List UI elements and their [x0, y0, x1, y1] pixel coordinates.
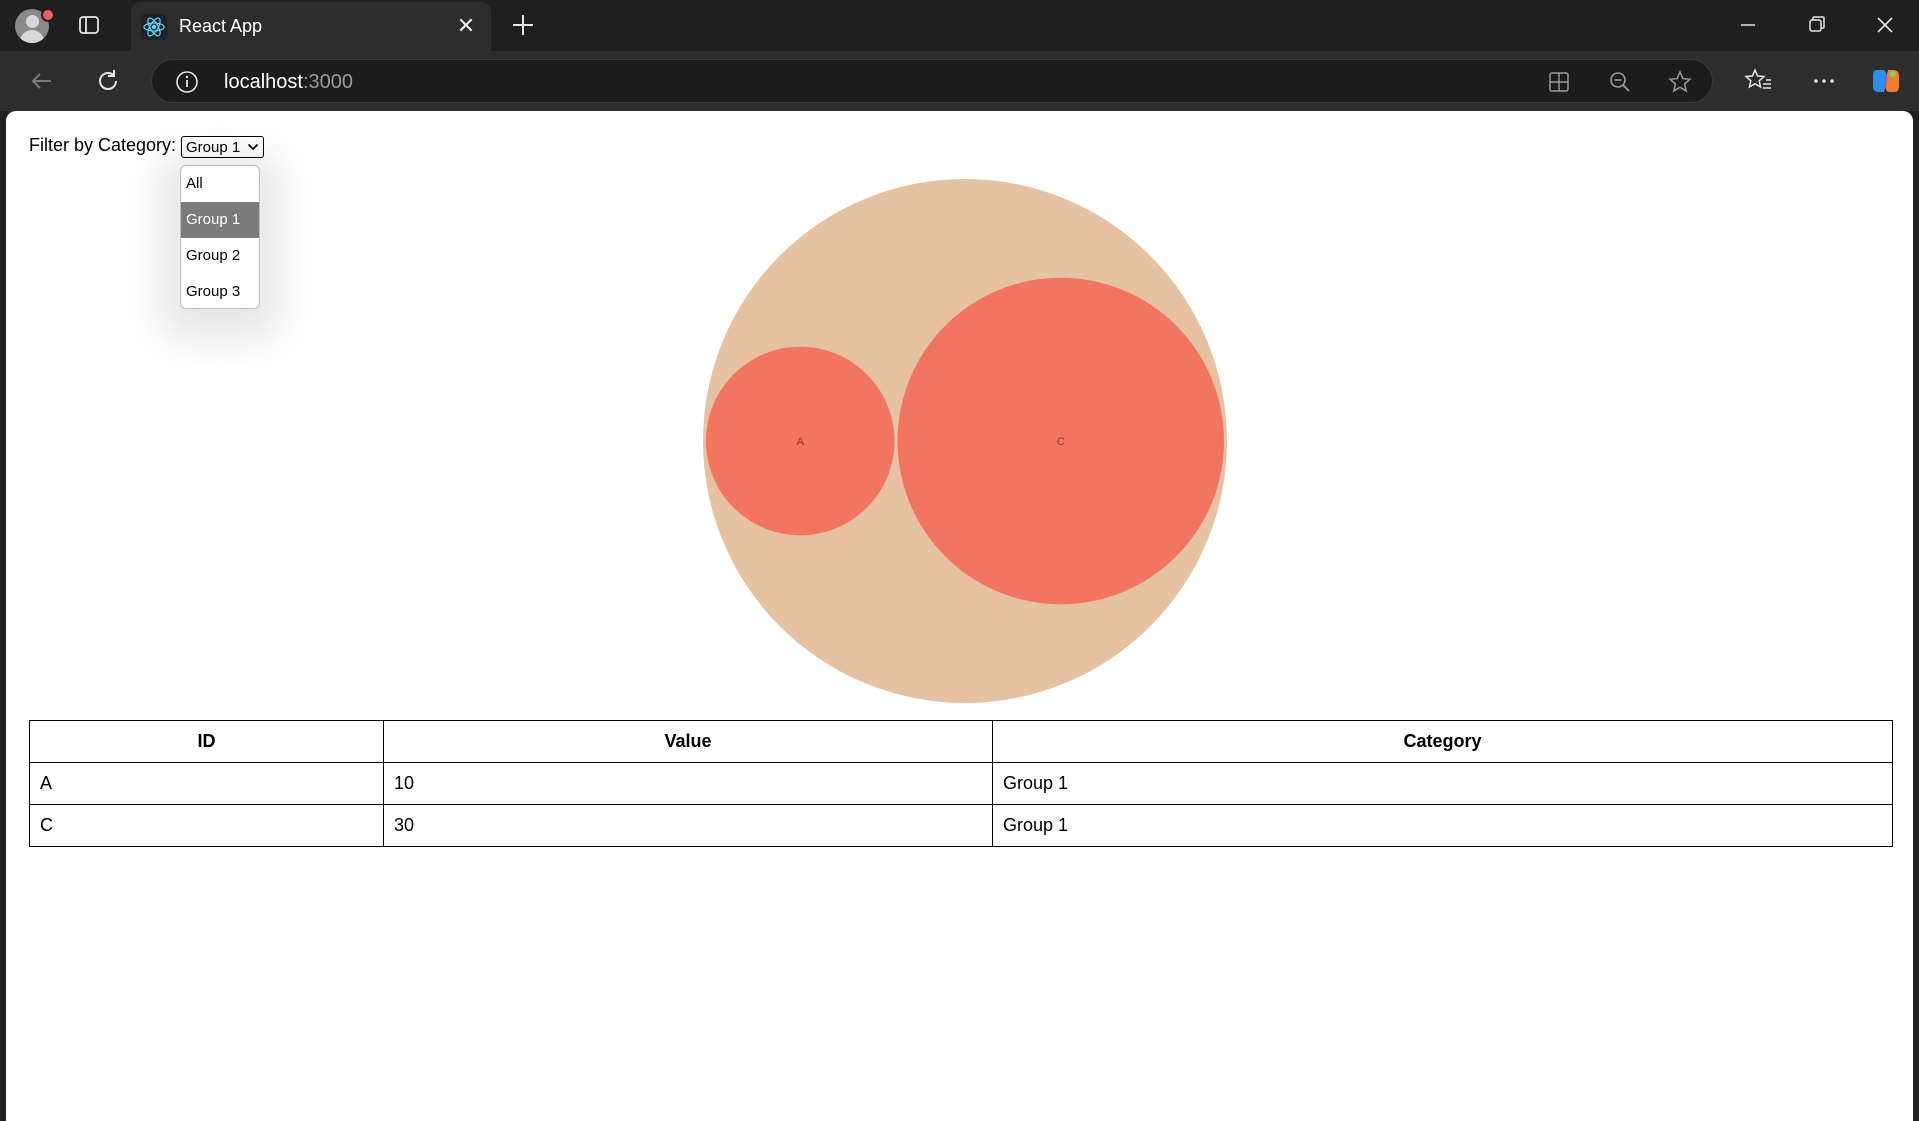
chevron-down-icon: [247, 143, 259, 151]
data-table: ID Value Category A 10 Group 1 C 30 Grou…: [29, 720, 1893, 847]
favorite-star-icon[interactable]: [1667, 69, 1693, 95]
option-group-3[interactable]: Group 3: [181, 274, 259, 308]
refresh-icon[interactable]: [91, 64, 125, 98]
copilot-icon[interactable]: [1869, 64, 1903, 98]
option-all[interactable]: All: [181, 166, 259, 202]
table-header-row: ID Value Category: [29, 720, 1893, 763]
option-group-1[interactable]: Group 1: [181, 202, 259, 238]
column-header-id: ID: [29, 720, 384, 763]
page-viewport: Filter by Category: Group 1 All Group 1 …: [6, 111, 1913, 1121]
select-value: Group 1: [186, 139, 241, 156]
tab-actions-icon[interactable]: [78, 14, 100, 36]
bubble-chart: AC: [703, 179, 1227, 703]
address-bar[interactable]: localhost:3000: [151, 59, 1713, 103]
filter-label: Filter by Category:: [29, 135, 177, 155]
option-group-2[interactable]: Group 2: [181, 238, 259, 274]
close-tab-icon[interactable]: ✕: [454, 15, 478, 39]
tab-react-app[interactable]: React App ✕: [131, 2, 491, 51]
cell-category: Group 1: [992, 762, 1893, 805]
zoom-out-icon[interactable]: [1607, 69, 1633, 95]
notification-dot: [41, 8, 55, 22]
minimize-icon[interactable]: [1728, 8, 1768, 42]
more-options-icon[interactable]: [1807, 64, 1841, 98]
restore-icon[interactable]: [1796, 8, 1836, 42]
bubble-label-a: A: [797, 436, 805, 448]
new-tab-icon[interactable]: [508, 10, 538, 40]
category-dropdown-list: All Group 1 Group 2 Group 3: [180, 165, 260, 309]
site-info-icon[interactable]: [174, 69, 200, 95]
react-logo-icon: [141, 14, 167, 40]
cell-id: A: [29, 762, 384, 805]
table-row: A 10 Group 1: [29, 762, 1893, 805]
cell-id: C: [29, 804, 384, 847]
browser-toolbar: localhost:3000: [0, 51, 1919, 111]
favorites-icon[interactable]: [1742, 64, 1776, 98]
column-header-value: Value: [383, 720, 993, 763]
close-window-icon[interactable]: [1865, 8, 1905, 42]
column-header-category: Category: [992, 720, 1893, 763]
cell-value: 30: [383, 804, 993, 847]
cell-category: Group 1: [992, 804, 1893, 847]
url-text: localhost:3000: [224, 71, 353, 93]
back-icon[interactable]: [25, 64, 59, 98]
bubble-label-c: C: [1057, 436, 1065, 448]
table-row: C 30 Group 1: [29, 804, 1893, 847]
browser-title-bar: React App ✕: [0, 0, 1919, 51]
tab-title: React App: [179, 16, 263, 36]
app-available-icon[interactable]: [1546, 69, 1572, 95]
category-select[interactable]: Group 1: [181, 136, 264, 158]
cell-value: 10: [383, 762, 993, 805]
